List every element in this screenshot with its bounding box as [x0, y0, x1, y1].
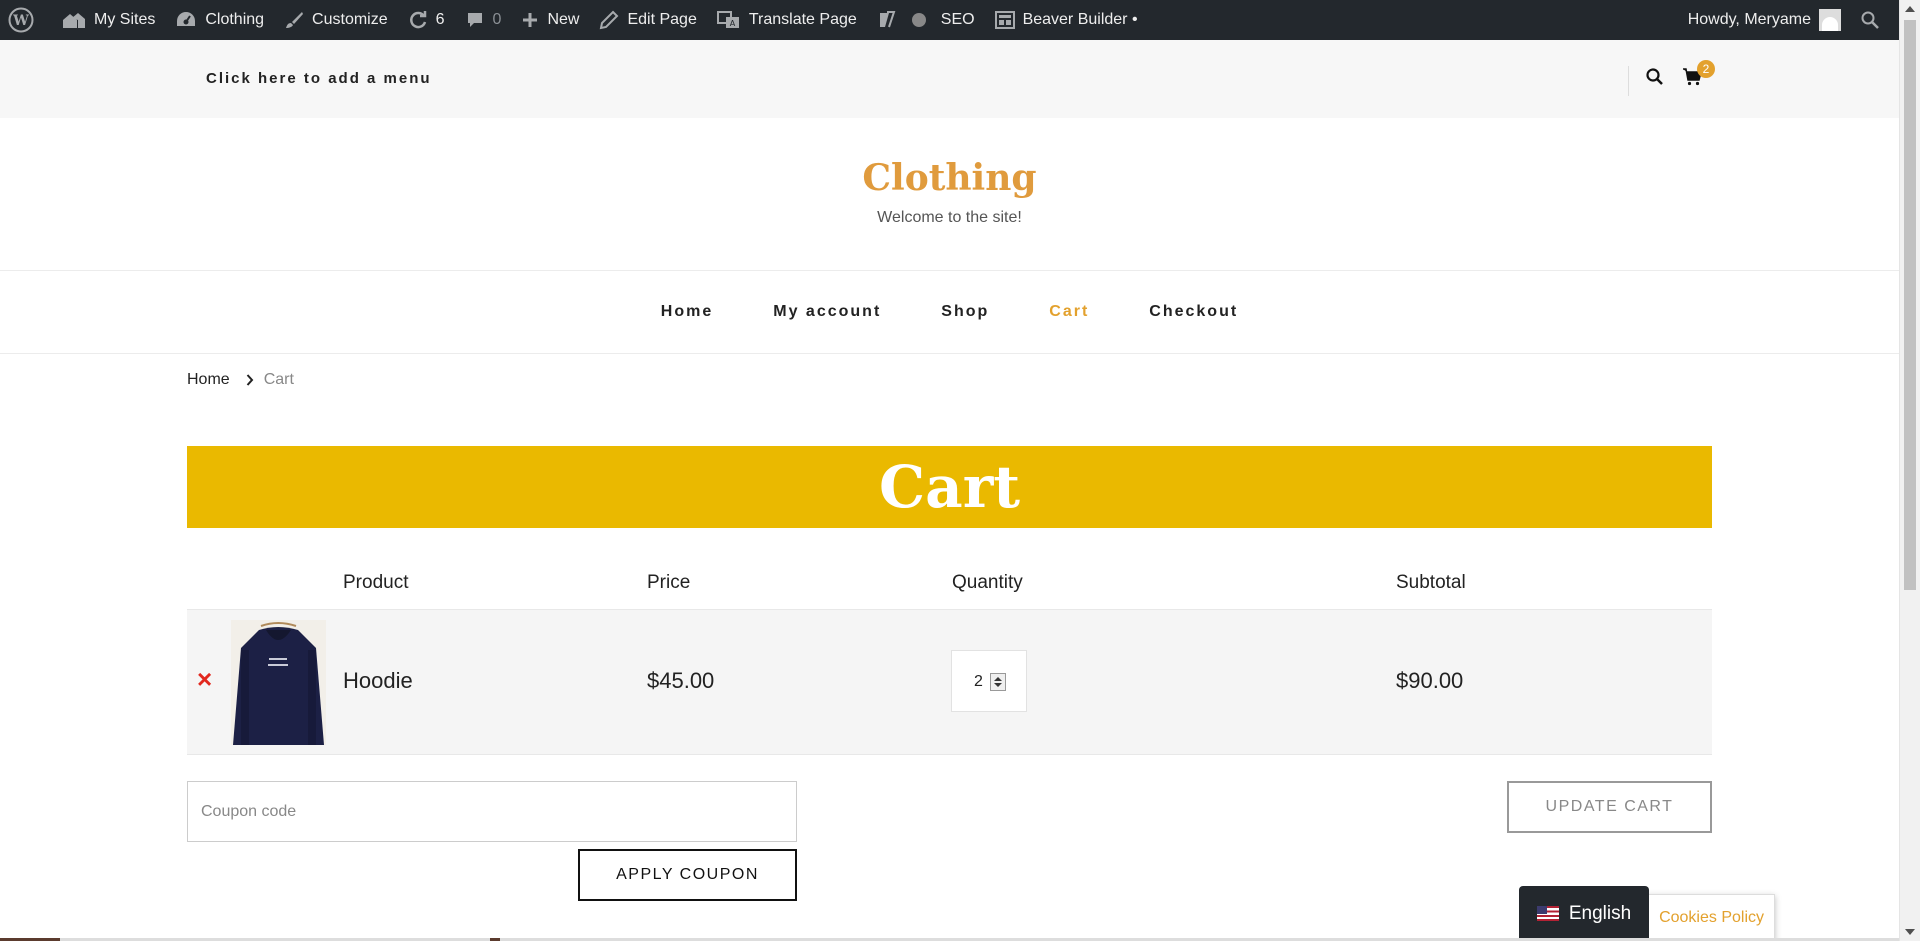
add-menu-link[interactable]: Click here to add a menu	[206, 70, 432, 87]
language-label: English	[1568, 902, 1632, 924]
avatar	[1819, 9, 1841, 31]
customize-link[interactable]: Customize	[274, 0, 398, 40]
spinner-arrows-icon	[994, 677, 1002, 687]
paintbrush-icon	[286, 12, 304, 28]
plus-icon	[523, 13, 538, 27]
beaver-builder-label: Beaver Builder •	[1022, 11, 1138, 28]
svg-text:W: W	[12, 13, 29, 29]
my-account-menu[interactable]: Howdy, Meryame	[1678, 0, 1851, 40]
nav-item-cart[interactable]: Cart	[1049, 303, 1089, 321]
us-flag-icon	[1536, 906, 1559, 921]
column-header-subtotal: Subtotal	[1396, 572, 1466, 593]
admin-bar: W My Sites Clothing Customize 6 0 New Ed…	[0, 0, 1899, 40]
comments-link[interactable]: 0	[455, 0, 512, 40]
howdy-label: Howdy, Meryame	[1687, 11, 1811, 28]
page-title: Cart	[878, 453, 1021, 521]
update-cart-button[interactable]: UPDATE CART	[1507, 781, 1712, 833]
search-icon	[1861, 11, 1879, 29]
quantity-stepper[interactable]: 2	[951, 650, 1027, 712]
translate-page-label: Translate Page	[748, 11, 857, 28]
scroll-down-arrow-icon[interactable]	[1905, 929, 1915, 935]
nav-item-my-account[interactable]: My account	[773, 303, 881, 321]
top-bar: Click here to add a menu 2	[0, 40, 1899, 118]
beaver-builder-link[interactable]: Beaver Builder •	[985, 0, 1148, 40]
language-switcher[interactable]: English	[1519, 886, 1649, 941]
my-sites-icon	[63, 13, 85, 28]
nav-divider	[0, 353, 1899, 354]
customize-label: Customize	[312, 11, 388, 28]
page-scrollbar[interactable]	[1899, 0, 1920, 941]
breadcrumb: Home Cart	[187, 371, 294, 389]
product-subtotal: $90.00	[1396, 668, 1464, 693]
beaver-builder-icon	[994, 11, 1015, 29]
product-name-link[interactable]: Hoodie	[343, 668, 413, 694]
site-tagline: Welcome to the site!	[877, 209, 1022, 226]
cookies-policy-link[interactable]: Cookies Policy	[1630, 894, 1775, 941]
coupon-code-input[interactable]	[187, 781, 797, 842]
remove-item-button[interactable]: ×	[197, 666, 212, 692]
seo-status-dot-icon	[911, 13, 926, 27]
scroll-up-arrow-icon[interactable]	[1905, 6, 1915, 12]
yoast-icon	[879, 11, 896, 28]
updates-icon	[409, 11, 426, 29]
translate-page-link[interactable]: A Translate Page	[707, 0, 867, 40]
topbar-divider	[1628, 66, 1629, 96]
column-header-quantity: Quantity	[952, 572, 1023, 593]
cookies-policy-label: Cookies Policy	[1659, 908, 1764, 926]
column-header-price: Price	[647, 572, 691, 593]
my-sites-label: My Sites	[94, 11, 156, 28]
quantity-spinner[interactable]	[990, 673, 1006, 691]
scrollbar-thumb[interactable]	[1904, 20, 1916, 590]
dashboard-icon	[177, 12, 196, 26]
seo-label: SEO	[940, 11, 975, 28]
pencil-icon	[600, 10, 619, 30]
seo-menu[interactable]: SEO	[867, 0, 985, 40]
translate-icon: A	[716, 11, 739, 28]
search-icon	[1646, 68, 1663, 85]
updates-count: 6	[435, 11, 445, 28]
new-label: New	[547, 11, 580, 28]
wordpress-icon: W	[8, 7, 34, 33]
site-name-menu[interactable]: Clothing	[165, 0, 274, 40]
apply-coupon-button[interactable]: APPLY COUPON	[578, 849, 797, 901]
breadcrumb-current: Cart	[263, 371, 294, 388]
updates-link[interactable]: 6	[398, 0, 455, 40]
column-header-product: Product	[343, 572, 409, 593]
nav-item-home[interactable]: Home	[661, 303, 713, 321]
site-name-label: Clothing	[205, 11, 265, 28]
page-title-banner: Cart	[187, 446, 1712, 528]
my-sites-menu[interactable]: My Sites	[52, 0, 165, 40]
quantity-value: 2	[974, 673, 983, 690]
main-navigation: Home My account Shop Cart Checkout	[0, 270, 1899, 354]
edit-page-link[interactable]: Edit Page	[589, 0, 706, 40]
product-price: $45.00	[647, 668, 715, 693]
nav-item-checkout[interactable]: Checkout	[1149, 303, 1238, 321]
admin-search-button[interactable]	[1851, 0, 1899, 40]
cart-count-badge: 2	[1697, 60, 1715, 78]
hoodie-image	[231, 620, 326, 745]
chevron-right-icon	[246, 374, 254, 386]
breadcrumb-home-link[interactable]: Home	[187, 371, 230, 389]
comment-icon	[467, 13, 482, 27]
cart-item-row: × Hoodie $45.00 2 $90.00	[187, 609, 1712, 755]
new-content-menu[interactable]: New	[511, 0, 589, 40]
product-thumbnail[interactable]	[231, 620, 326, 745]
wordpress-logo-menu[interactable]: W	[0, 0, 52, 40]
svg-text:A: A	[730, 19, 736, 28]
nav-item-shop[interactable]: Shop	[941, 303, 989, 321]
site-title[interactable]: Clothing	[0, 157, 1899, 199]
comments-count: 0	[492, 11, 502, 28]
header-search-button[interactable]	[1646, 68, 1664, 91]
edit-page-label: Edit Page	[627, 11, 697, 28]
